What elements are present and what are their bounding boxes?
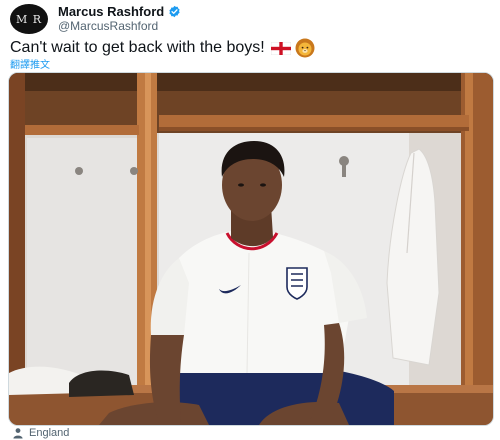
tweet-card: M R Marcus Rashford @MarcusRashford Can'…	[0, 0, 500, 440]
lion-face-icon	[295, 38, 315, 58]
person-pin-icon	[13, 428, 23, 439]
tweet-location[interactable]: England	[12, 427, 69, 439]
tweet-photo[interactable]	[8, 72, 494, 426]
locker-room-photo	[9, 73, 493, 425]
tweet-header: M R Marcus Rashford @MarcusRashford	[10, 2, 181, 36]
location-label: England	[29, 427, 70, 439]
author-name-row: Marcus Rashford	[58, 4, 181, 19]
author-block: Marcus Rashford @MarcusRashford	[58, 4, 181, 34]
tweet-text: Can't wait to get back with the boys!	[10, 39, 265, 56]
verified-badge-icon	[169, 5, 180, 18]
tweet-text-row: Can't wait to get back with the boys!	[10, 38, 315, 58]
translate-tweet-link[interactable]: 翻譯推文	[10, 56, 50, 71]
england-flag-icon	[270, 41, 291, 55]
avatar[interactable]: M R	[10, 4, 48, 34]
author-handle[interactable]: @MarcusRashford	[58, 19, 181, 34]
author-name[interactable]: Marcus Rashford	[58, 4, 164, 19]
